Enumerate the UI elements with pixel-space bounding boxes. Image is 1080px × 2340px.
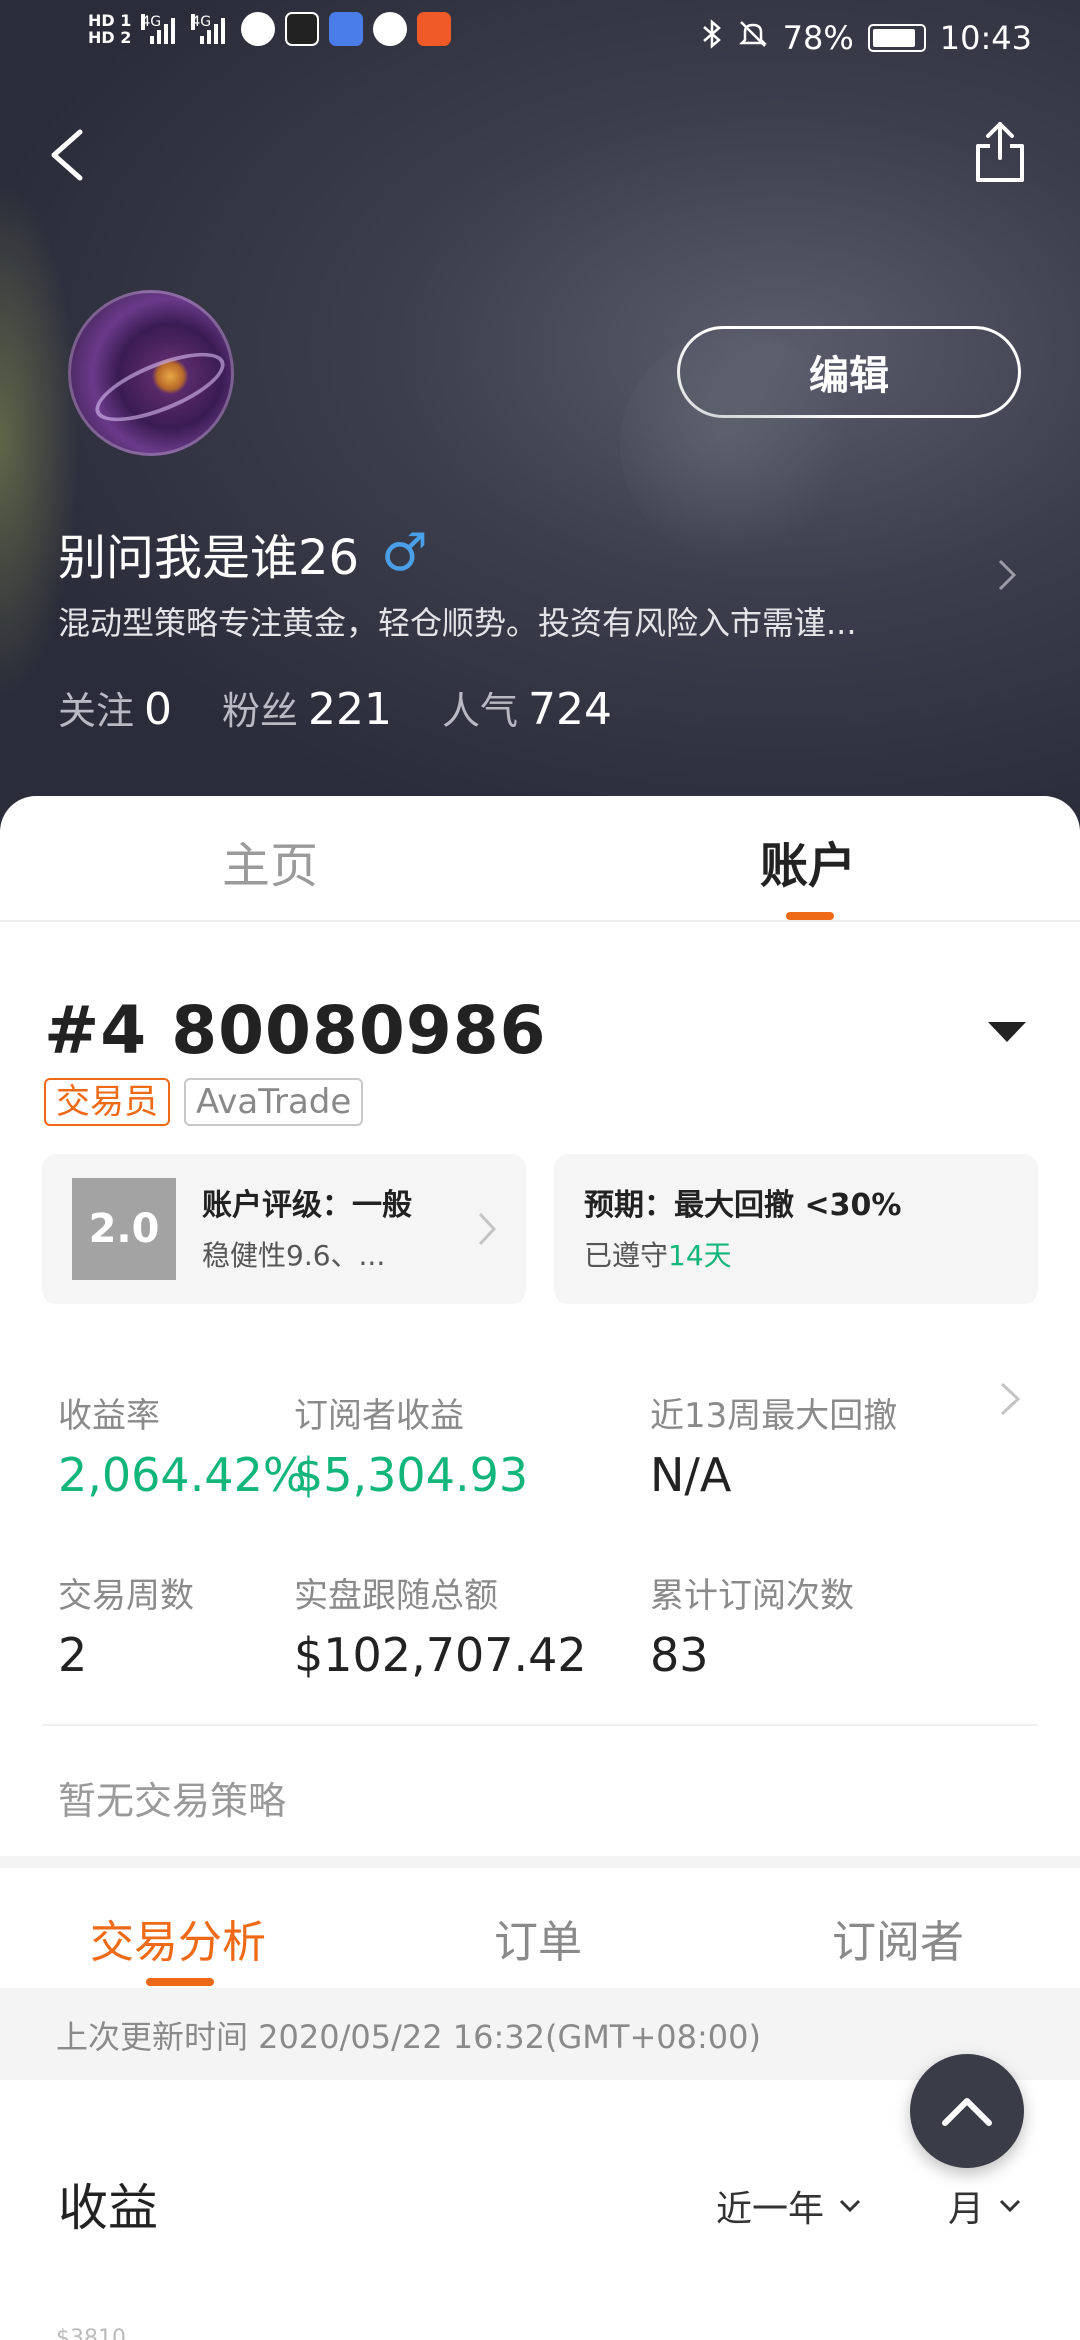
notification-app-icon-2: [285, 12, 320, 46]
rating-subtitle: 稳健性9.6、...: [202, 1239, 386, 1272]
metric-return-value: 2,064.42%: [58, 1448, 307, 1502]
rating-title: 账户评级：一般: [202, 1188, 412, 1223]
chevron-down-icon: [839, 2199, 861, 2213]
tab-active-indicator: [786, 912, 834, 920]
notification-app-icon-1: [241, 12, 276, 46]
expectation-title: 预期：最大回撤 <30%: [584, 1188, 902, 1223]
trader-tag: 交易员: [44, 1078, 170, 1126]
divider: [42, 1724, 1038, 1726]
edit-button[interactable]: 编辑: [677, 326, 1021, 418]
following-stat[interactable]: 关注 0: [58, 680, 172, 735]
expectation-subtitle: 已遵守14天: [584, 1239, 732, 1272]
mute-bell-icon: [737, 18, 769, 58]
last-updated-bar: 上次更新时间 2020/05/22 16:32(GMT+08:00): [0, 1988, 1080, 2080]
range-dropdown[interactable]: 近一年: [716, 2180, 862, 2232]
period-dropdown[interactable]: 月: [948, 2180, 1022, 2232]
battery-percent: 78%: [782, 19, 854, 57]
username-row: 别问我是谁26 ♂: [58, 518, 428, 588]
popularity-stat: 人气 724: [442, 684, 613, 735]
metrics-chevron-icon[interactable]: [996, 1374, 1024, 1424]
expectation-card: 预期：最大回撤 <30% 已遵守14天: [554, 1154, 1038, 1304]
metric-return-label: 收益率: [58, 1396, 160, 1436]
chevron-down-icon: [999, 2199, 1021, 2213]
bio-text[interactable]: 混动型策略专注黄金，轻仓顺势。投资有风险入市需谨...: [58, 598, 857, 644]
hd-indicator-1: HD 1 HD 2: [88, 11, 132, 47]
chevron-left-icon: [51, 129, 83, 181]
avatar[interactable]: [68, 290, 234, 456]
analysis-tabs: 交易分析 订单 订阅者: [0, 1868, 1080, 1988]
metric-trade-weeks-value: 2: [58, 1628, 88, 1682]
metric-follow-total-label: 实盘跟随总额: [294, 1576, 498, 1616]
main-tabs: 主页 账户: [0, 796, 1080, 922]
metric-subscriber-profit-label: 订阅者收益: [294, 1396, 464, 1436]
status-right: 78% 10:43: [701, 18, 1032, 58]
range-dropdown-label: 近一年: [716, 2189, 825, 2230]
tab-home[interactable]: 主页: [222, 826, 318, 896]
notification-app-icon-3: [329, 12, 364, 46]
content-sheet: 主页 账户 #4 80080986 交易员 AvaTrade 2.0 账户评级：…: [0, 796, 1080, 2340]
tab-orders[interactable]: 订单: [494, 1906, 582, 1970]
scroll-to-top-button[interactable]: [910, 2054, 1024, 2168]
share-button[interactable]: [970, 118, 1030, 188]
metric-follow-total-value: $102,707.42: [294, 1628, 587, 1682]
tab-trade-analysis[interactable]: 交易分析: [90, 1906, 266, 1970]
notification-app-icon-4: [373, 12, 408, 46]
username: 别问我是谁26: [58, 530, 360, 586]
rating-card[interactable]: 2.0 账户评级：一般 稳健性9.6、...: [42, 1154, 526, 1304]
broker-tag: AvaTrade: [184, 1078, 364, 1126]
male-icon: ♂: [381, 523, 428, 583]
profile-detail-chevron-icon[interactable]: [992, 555, 1022, 595]
profile-stats: 关注 0 粉丝 221 人气 724: [58, 680, 612, 735]
period-dropdown-label: 月: [948, 2189, 985, 2230]
profile-header: HD 1 HD 2 4G 4G 78% 10:43 编辑 别问我是谁26 ♂ 混…: [0, 0, 1080, 830]
battery-icon: [867, 24, 926, 52]
section-gap: [0, 1856, 1080, 1868]
bluetooth-icon: [701, 18, 723, 58]
status-left: HD 1 HD 2 4G 4G: [88, 11, 452, 47]
caret-down-icon[interactable]: [988, 1022, 1026, 1042]
notification-app-icon-5: [417, 12, 452, 46]
no-strategy-text: 暂无交易策略: [58, 1779, 287, 1823]
metric-max-drawdown-value: N/A: [650, 1448, 732, 1502]
share-icon: [976, 122, 1024, 182]
chart-axis-label: $3810: [56, 2326, 126, 2340]
tab-account[interactable]: 账户: [760, 826, 856, 896]
metric-max-drawdown-label: 近13周最大回撤: [650, 1396, 898, 1436]
metric-subscription-count-value: 83: [650, 1628, 709, 1682]
signal-icon-1: 4G: [141, 14, 176, 44]
status-bar: HD 1 HD 2 4G 4G 78% 10:43: [0, 0, 1080, 80]
rating-chevron-icon: [474, 1204, 500, 1254]
signal-icon-2: 4G: [191, 14, 226, 44]
account-number: #4 80080986: [44, 992, 547, 1069]
back-button[interactable]: [38, 120, 98, 190]
earnings-title: 收益: [58, 2179, 158, 2237]
metric-trade-weeks-label: 交易周数: [58, 1576, 194, 1616]
rating-score: 2.0: [72, 1178, 176, 1280]
metric-subscription-count-label: 累计订阅次数: [650, 1576, 854, 1616]
chevron-up-icon: [942, 2098, 992, 2126]
clock: 10:43: [939, 19, 1032, 57]
last-updated-text: 上次更新时间 2020/05/22 16:32(GMT+08:00): [56, 2018, 761, 2056]
sub-tab-active-indicator: [146, 1978, 214, 1986]
metric-subscriber-profit-value: $5,304.93: [294, 1448, 529, 1502]
tab-subscribers[interactable]: 订阅者: [832, 1906, 964, 1970]
fans-stat[interactable]: 粉丝 221: [222, 680, 392, 735]
